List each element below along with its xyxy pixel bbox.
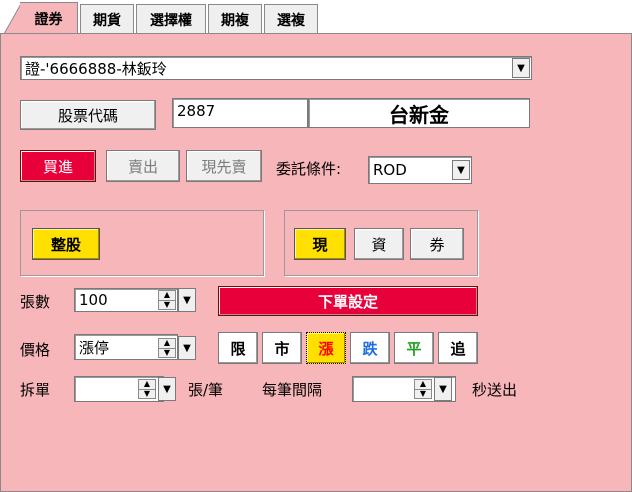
cash-button[interactable]: 現 [294,228,346,260]
buy-button[interactable]: 買進 [20,150,96,182]
down-arrow-icon[interactable]: ▼ [139,388,155,399]
interval-dropdown-arrow-icon[interactable]: ▼ [434,377,452,401]
down-arrow-icon[interactable]: ▼ [159,299,175,310]
price-limit-up-button[interactable]: 漲 [306,332,346,364]
account-dropdown-arrow-icon[interactable]: ▼ [512,58,530,78]
sell-button[interactable]: 賣出 [106,150,180,182]
price-flat-label: 平 [406,339,422,358]
short-button[interactable]: 券 [410,228,464,260]
order-settings-label: 下單設定 [317,292,378,311]
price-chase-label: 追 [450,339,466,358]
cash-label: 現 [312,235,328,254]
price-label: 價格 [20,338,50,360]
interval-stepper[interactable]: ▲ ▼ [414,379,432,399]
split-label: 拆單 [20,378,50,400]
stock-name-display: 台新金 [308,98,530,128]
short-label: 券 [429,235,445,254]
interval-unit-label: 秒送出 [472,378,517,400]
tab-futures-label: 期貨 [93,12,121,29]
stock-name-value: 台新金 [389,102,449,127]
account-select[interactable]: 證-'6666888-林鈑玲 [20,56,532,80]
account-value: 證-'6666888-林鈑玲 [25,59,167,78]
tab-futures-combo-label: 期複 [221,12,249,29]
condition-label: 委託條件: [276,156,341,180]
quantity-value: 100 [79,291,108,309]
tab-futures[interactable]: 期貨 [80,4,134,34]
price-limit-up-label: 漲 [318,339,334,358]
price-market-button[interactable]: 市 [262,332,302,364]
price-limit-button[interactable]: 限 [218,332,258,364]
split-label-text: 拆單 [20,380,51,399]
short-sell-button[interactable]: 現先賣 [186,150,262,182]
down-arrow-icon[interactable]: ▼ [415,388,431,399]
tab-options[interactable]: 選擇權 [136,4,206,34]
margin-button[interactable]: 資 [354,228,404,260]
up-arrow-icon[interactable]: ▲ [415,380,431,389]
condition-dropdown-arrow-icon[interactable]: ▼ [452,160,470,180]
whole-lot-button[interactable]: 整股 [32,228,100,260]
split-unit-label: 張/筆 [188,378,223,400]
up-arrow-icon[interactable]: ▲ [139,380,155,389]
price-limit-down-button[interactable]: 跌 [350,332,390,364]
price-chase-button[interactable]: 追 [438,332,478,364]
down-arrow-icon[interactable]: ▼ [159,347,175,358]
stock-code-button-label: 股票代碼 [57,106,118,125]
split-dropdown-arrow-icon[interactable]: ▼ [158,377,176,401]
stock-code-input[interactable]: 2887 [172,98,308,128]
interval-label-text: 每筆間隔 [262,380,323,399]
condition-value: ROD [373,161,407,179]
price-value: 漲停 [79,339,110,357]
quantity-stepper[interactable]: ▲ ▼ [158,290,176,310]
tab-options-combo[interactable]: 選複 [264,4,318,34]
interval-unit-text: 秒送出 [472,380,518,399]
tab-securities-label: 證券 [34,11,63,28]
short-sell-button-label: 現先賣 [201,157,247,176]
tab-options-combo-label: 選複 [277,12,305,29]
price-limit-label: 限 [230,339,246,358]
condition-label-text: 委託條件: [276,159,342,178]
up-arrow-icon[interactable]: ▲ [159,339,175,348]
quantity-label: 張數 [20,290,50,312]
order-settings-button[interactable]: 下單設定 [218,286,478,316]
quantity-dropdown-arrow-icon[interactable]: ▼ [178,288,196,312]
tab-options-label: 選擇權 [150,12,192,29]
tab-securities[interactable]: 證券 [20,2,78,34]
split-stepper[interactable]: ▲ ▼ [138,379,156,399]
split-unit-text: 張/筆 [188,380,224,399]
stock-code-value: 2887 [177,102,216,120]
margin-label: 資 [371,235,387,254]
buy-button-label: 買進 [42,157,73,176]
whole-lot-label: 整股 [50,235,81,254]
price-flat-button[interactable]: 平 [394,332,434,364]
tab-futures-combo[interactable]: 期複 [208,4,262,34]
price-market-label: 市 [274,339,290,358]
price-stepper[interactable]: ▲ ▼ [158,338,176,358]
price-dropdown-arrow-icon[interactable]: ▼ [178,336,196,360]
up-arrow-icon[interactable]: ▲ [159,291,175,300]
price-limit-down-label: 跌 [362,339,378,358]
stock-code-button[interactable]: 股票代碼 [20,100,156,130]
interval-label: 每筆間隔 [262,378,322,400]
sell-button-label: 賣出 [127,157,158,176]
quantity-label-text: 張數 [20,292,51,311]
price-label-text: 價格 [20,340,51,359]
